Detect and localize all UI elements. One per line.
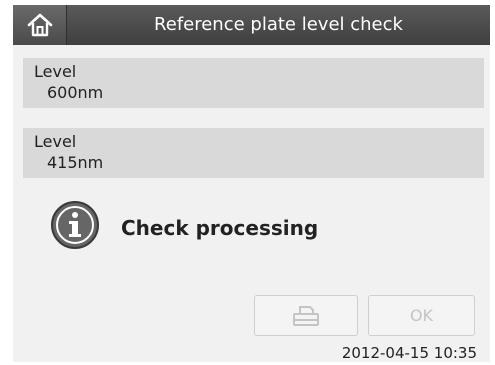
level-value: 415nm <box>47 153 104 172</box>
device-screen: Reference plate level check Level 600nm … <box>13 5 490 362</box>
printer-icon <box>293 305 319 326</box>
status-message: Check processing <box>121 216 319 240</box>
home-button[interactable] <box>13 5 67 45</box>
home-icon <box>27 13 52 37</box>
level-panel-415: Level 415nm <box>23 128 484 178</box>
print-button[interactable] <box>254 295 358 336</box>
info-icon <box>51 201 99 249</box>
level-label: Level <box>34 62 77 81</box>
title-bar: Reference plate level check <box>13 5 490 45</box>
level-panel-600: Level 600nm <box>23 58 484 108</box>
ok-button[interactable]: OK <box>368 295 475 336</box>
level-label: Level <box>34 132 77 151</box>
datetime: 2012-04-15 10:35 <box>341 344 477 362</box>
page-title: Reference plate level check <box>154 14 403 35</box>
level-value: 600nm <box>47 83 104 102</box>
